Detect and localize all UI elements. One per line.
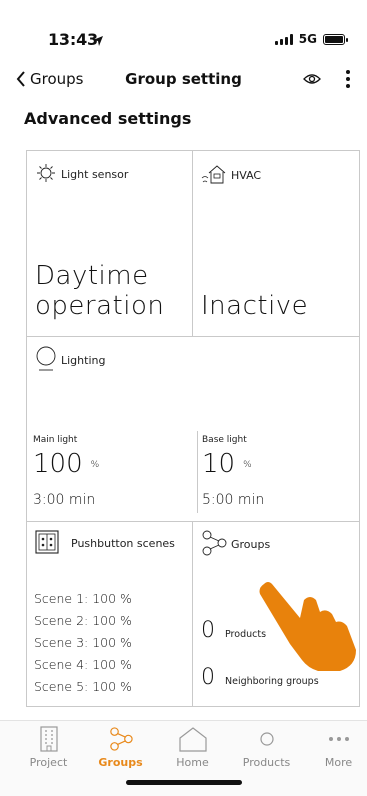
hvac-tile[interactable]: HVAC Inactive <box>192 150 360 337</box>
base-light-number: 10 <box>202 449 236 479</box>
tab-more-label: More <box>324 756 353 769</box>
main-light-number: 100 <box>33 449 83 479</box>
groups-icon <box>201 530 227 559</box>
hvac-icon <box>201 163 227 188</box>
battery-icon <box>323 33 348 45</box>
scene-item: Scene 5: 100 % <box>34 679 132 694</box>
status-indicators: 5G <box>274 32 348 46</box>
tab-project-label: Project <box>29 756 68 769</box>
more-options-icon[interactable] <box>343 66 353 92</box>
base-light-label: Base light <box>202 435 247 445</box>
lighting-label: Lighting <box>61 354 106 367</box>
home-indicator <box>126 780 242 785</box>
section-title: Advanced settings <box>24 109 192 128</box>
light-sensor-value: Daytime operation <box>35 261 165 321</box>
groups-icon <box>84 726 157 752</box>
scene-item: Scene 1: 100 % <box>34 591 132 606</box>
light-sensor-label: Light sensor <box>61 168 129 181</box>
pushbutton-icon <box>35 530 59 557</box>
scene-item: Scene 3: 100 % <box>34 635 132 650</box>
tab-home-label: Home <box>176 756 209 769</box>
lighting-header: Lighting <box>35 345 105 376</box>
groups-header: Groups <box>201 530 270 559</box>
bulb-icon <box>35 345 57 376</box>
eye-icon[interactable] <box>303 70 321 88</box>
tab-products[interactable]: Products <box>230 726 303 769</box>
network-label: 5G <box>298 32 317 46</box>
main-light-unit: % <box>90 459 100 470</box>
hvac-value: Inactive <box>201 291 309 321</box>
light-sensor-header: Light sensor <box>35 163 128 186</box>
base-light-unit: % <box>243 459 252 470</box>
light-sensor-tile[interactable]: Light sensor Daytime operation <box>26 150 193 337</box>
lighting-divider <box>197 431 198 513</box>
scene-item: Scene 4: 100 % <box>34 657 132 672</box>
hvac-header: HVAC <box>201 163 261 188</box>
base-light-value: 10% <box>202 449 252 479</box>
neighbors-count: 0 <box>201 665 215 690</box>
sun-icon <box>35 163 57 186</box>
signal-icon <box>274 33 293 45</box>
tab-project[interactable]: Project <box>12 726 85 769</box>
hvac-label: HVAC <box>231 169 262 182</box>
products-count: 0 <box>201 618 215 643</box>
tap-hand-icon <box>252 578 362 678</box>
lighting-tile[interactable]: Lighting Main light 100% 3:00 min Base l… <box>26 336 360 522</box>
home-icon <box>156 726 229 752</box>
main-light-time: 3:00 min <box>33 492 96 508</box>
pushbutton-header: Pushbutton scenes <box>35 530 175 557</box>
pushbutton-label: Pushbutton scenes <box>71 537 175 550</box>
product-icon <box>230 726 303 752</box>
scene-item: Scene 2: 100 % <box>34 613 132 628</box>
main-light-label: Main light <box>33 435 78 445</box>
tab-groups[interactable]: Groups <box>84 726 157 769</box>
location-arrow-icon <box>92 32 104 51</box>
groups-label: Groups <box>231 538 271 551</box>
pushbutton-scenes-tile[interactable]: Pushbutton scenes Scene 1: 100 % Scene 2… <box>26 521 193 707</box>
building-icon <box>12 726 85 752</box>
scene-list: Scene 1: 100 % Scene 2: 100 % Scene 3: 1… <box>34 588 132 698</box>
status-time: 13:43 <box>48 30 98 49</box>
tab-groups-label: Groups <box>98 756 143 769</box>
tab-home[interactable]: Home <box>156 726 229 769</box>
main-light-value: 100% <box>33 449 99 479</box>
base-light-time: 5:00 min <box>202 492 265 508</box>
more-icon <box>302 726 367 752</box>
tab-products-label: Products <box>242 756 291 769</box>
tab-more[interactable]: More <box>302 726 367 769</box>
